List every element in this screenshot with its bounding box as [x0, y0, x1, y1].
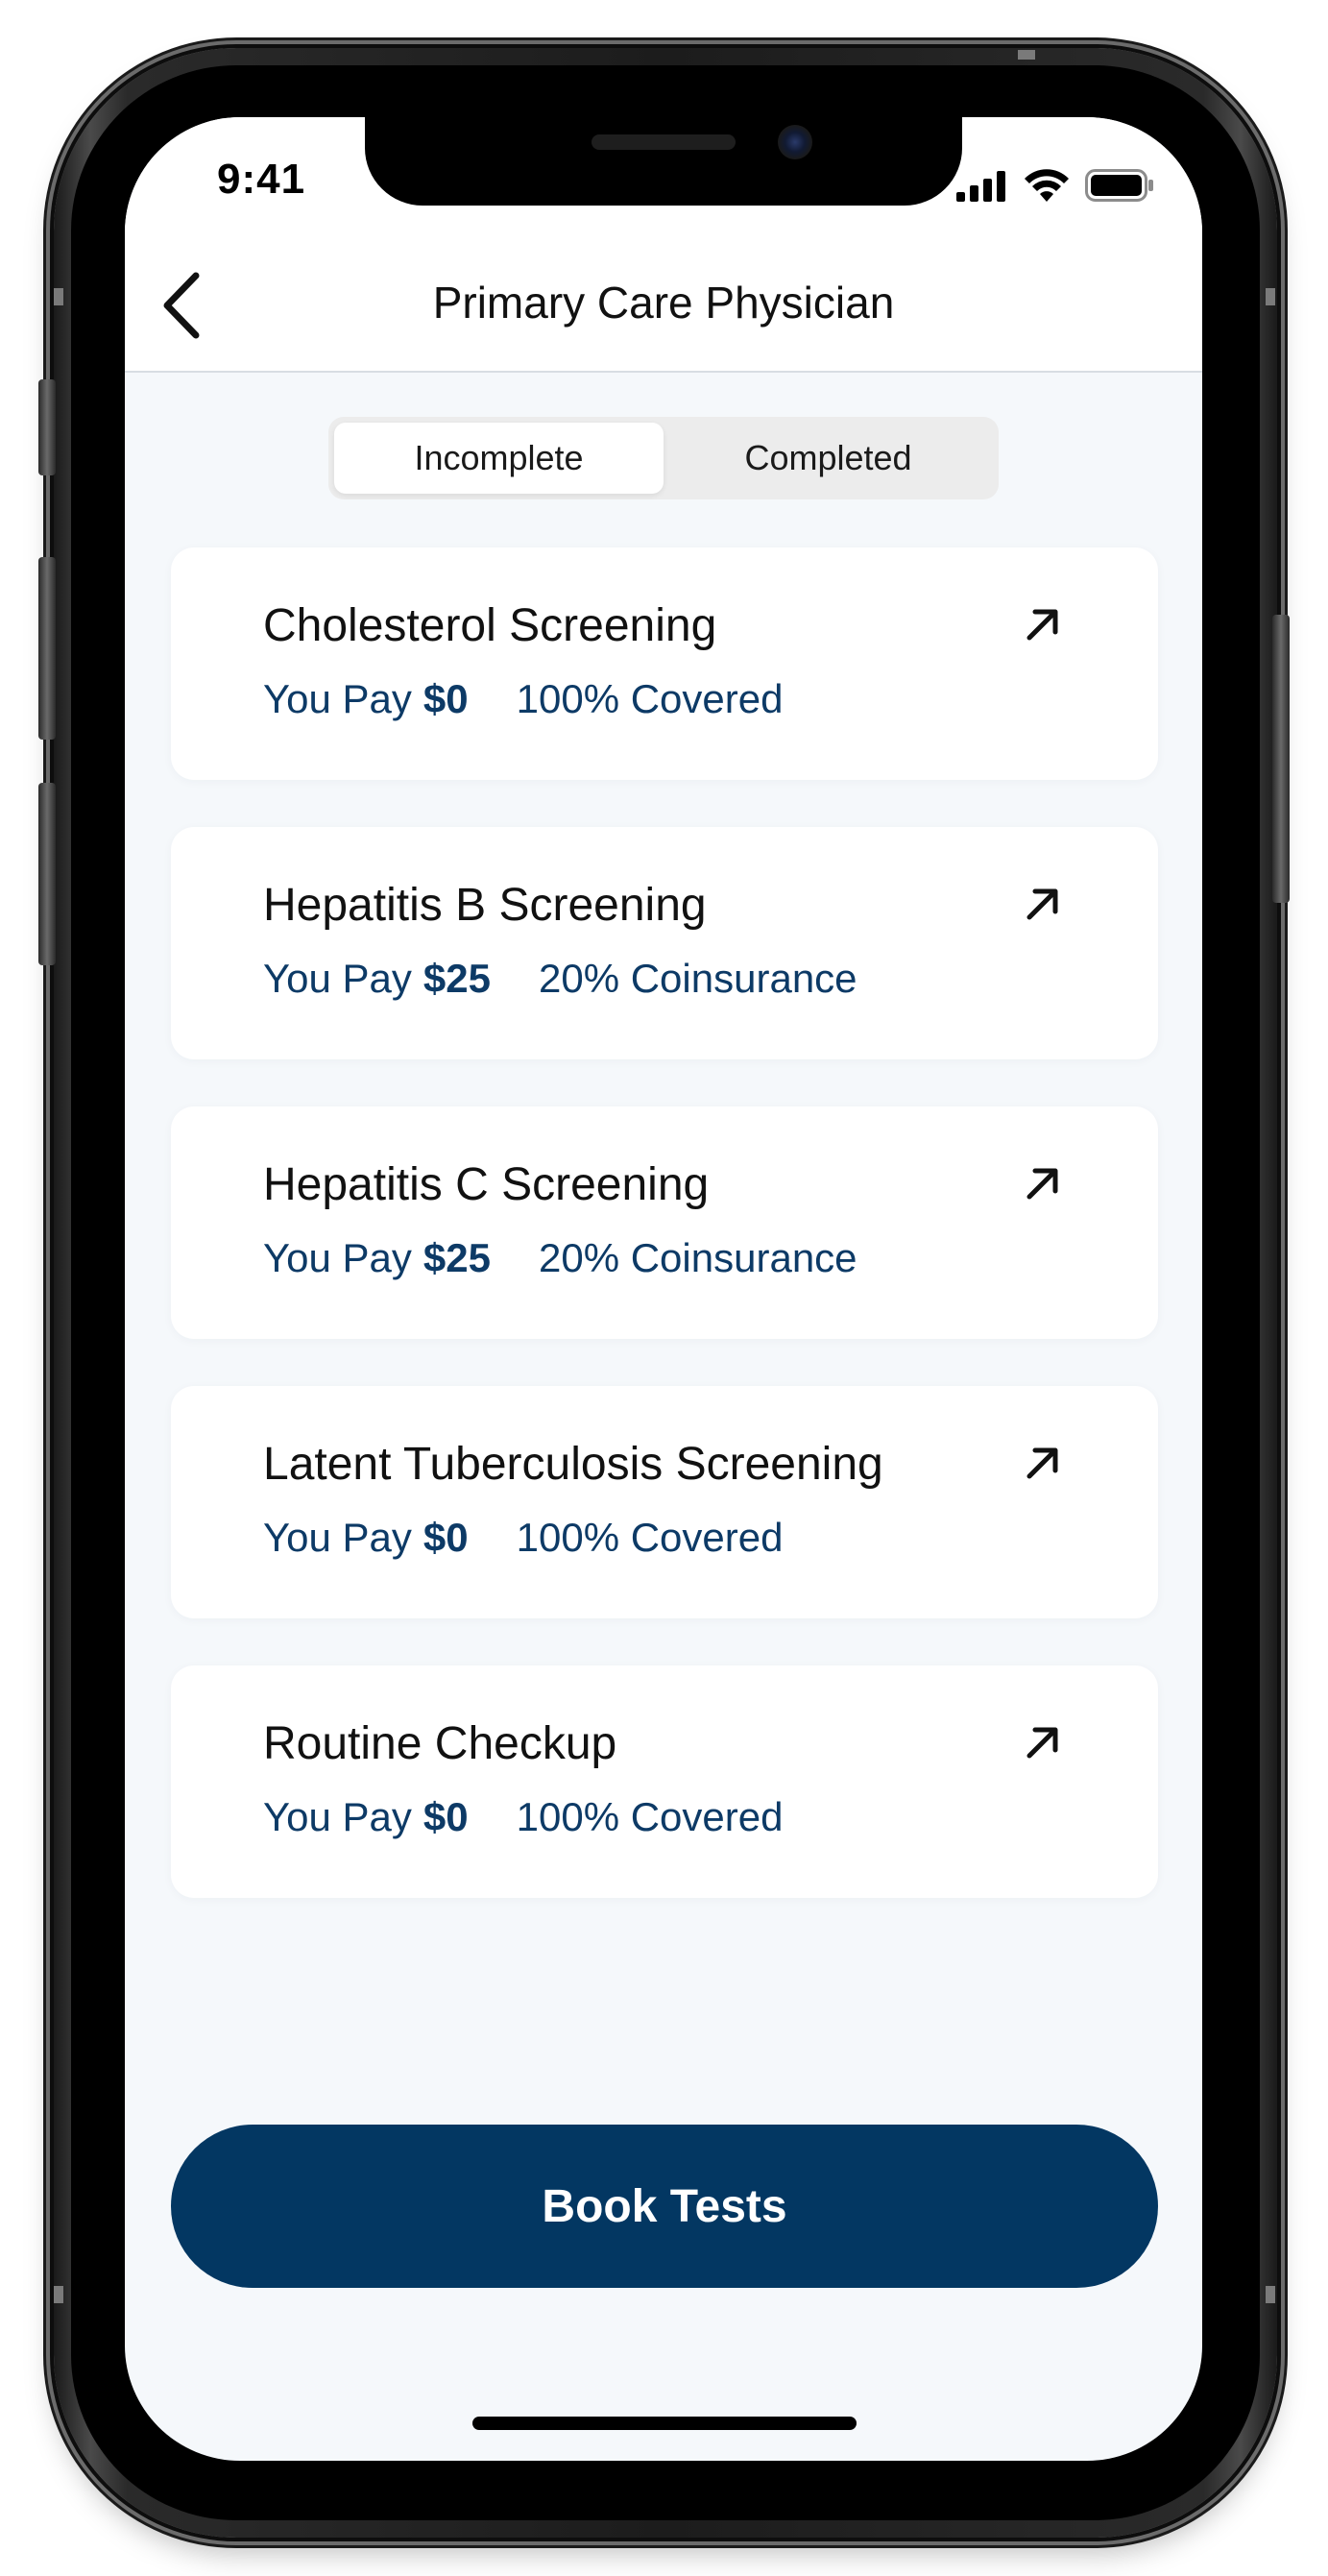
test-card-cholesterol-screening[interactable]: Cholesterol Screening You Pay $0 100% Co… — [171, 547, 1158, 780]
arrow-up-right-icon — [1026, 1727, 1058, 1759]
cellular-signal-icon — [956, 171, 1005, 202]
coverage-text: 20% Coinsurance — [539, 956, 857, 1001]
test-title: Routine Checkup — [263, 1718, 617, 1769]
test-title: Latent Tuberculosis Screening — [263, 1439, 883, 1490]
you-pay-label: You Pay — [263, 676, 412, 721]
tab-completed[interactable]: Completed — [664, 423, 993, 494]
you-pay-label: You Pay — [263, 1515, 412, 1560]
test-cost-info: You Pay $25 20% Coinsurance — [263, 956, 857, 1002]
you-pay-label: You Pay — [263, 1794, 412, 1839]
coverage-text: 100% Covered — [516, 1515, 784, 1560]
test-card-hepatitis-b-screening[interactable]: Hepatitis B Screening You Pay $25 20% Co… — [171, 827, 1158, 1059]
antenna-band — [54, 288, 63, 305]
test-title: Hepatitis C Screening — [263, 1159, 710, 1210]
you-pay-label: You Pay — [263, 1235, 412, 1280]
you-pay-amount: $25 — [423, 1235, 491, 1280]
arrow-up-right-icon — [1026, 1447, 1058, 1479]
test-title: Cholesterol Screening — [263, 600, 717, 651]
test-card-latent-tuberculosis-screening[interactable]: Latent Tuberculosis Screening You Pay $0… — [171, 1386, 1158, 1618]
antenna-band — [1266, 288, 1275, 305]
battery-icon — [1085, 169, 1153, 202]
status-segmented-control: Incomplete Completed — [328, 417, 999, 499]
you-pay-amount: $0 — [423, 1515, 469, 1560]
test-cost-info: You Pay $0 100% Covered — [263, 676, 783, 722]
antenna-band — [54, 2286, 63, 2303]
antenna-band — [1266, 2286, 1275, 2303]
home-indicator[interactable] — [472, 2417, 857, 2430]
coverage-text: 20% Coinsurance — [539, 1235, 857, 1280]
test-card-routine-checkup[interactable]: Routine Checkup You Pay $0 100% Covered — [171, 1665, 1158, 1898]
device-notch — [365, 117, 962, 206]
page-title: Primary Care Physician — [432, 278, 895, 328]
antenna-band — [1018, 50, 1035, 60]
volume-down-button — [38, 783, 56, 965]
test-title: Hepatitis B Screening — [263, 880, 707, 931]
front-camera — [778, 125, 812, 159]
test-list: Cholesterol Screening You Pay $0 100% Co… — [171, 547, 1158, 1945]
silent-switch — [38, 379, 56, 475]
volume-up-button — [38, 557, 56, 740]
test-card-hepatitis-c-screening[interactable]: Hepatitis C Screening You Pay $25 20% Co… — [171, 1106, 1158, 1339]
status-icons — [956, 163, 1154, 202]
book-tests-button[interactable]: Book Tests — [171, 2125, 1158, 2288]
you-pay-amount: $25 — [423, 956, 491, 1001]
arrow-up-right-icon — [1026, 1168, 1058, 1200]
you-pay-amount: $0 — [423, 1794, 469, 1839]
coverage-text: 100% Covered — [516, 1794, 784, 1839]
test-cost-info: You Pay $0 100% Covered — [263, 1515, 783, 1561]
test-cost-info: You Pay $0 100% Covered — [263, 1794, 783, 1840]
arrow-up-right-icon — [1026, 888, 1058, 920]
tab-incomplete[interactable]: Incomplete — [334, 423, 664, 494]
speaker-grille — [592, 134, 736, 150]
you-pay-label: You Pay — [263, 956, 412, 1001]
test-cost-info: You Pay $25 20% Coinsurance — [263, 1235, 857, 1281]
wifi-icon — [1025, 169, 1069, 202]
arrow-up-right-icon — [1026, 609, 1058, 641]
header-area: 9:41 Primary Care Physician — [125, 117, 1202, 373]
power-button — [1272, 615, 1290, 903]
you-pay-amount: $0 — [423, 676, 469, 721]
app-screen: 9:41 Primary Care Physician Incomplete C… — [125, 117, 1202, 2461]
status-time: 9:41 — [217, 156, 306, 203]
coverage-text: 100% Covered — [516, 676, 784, 721]
